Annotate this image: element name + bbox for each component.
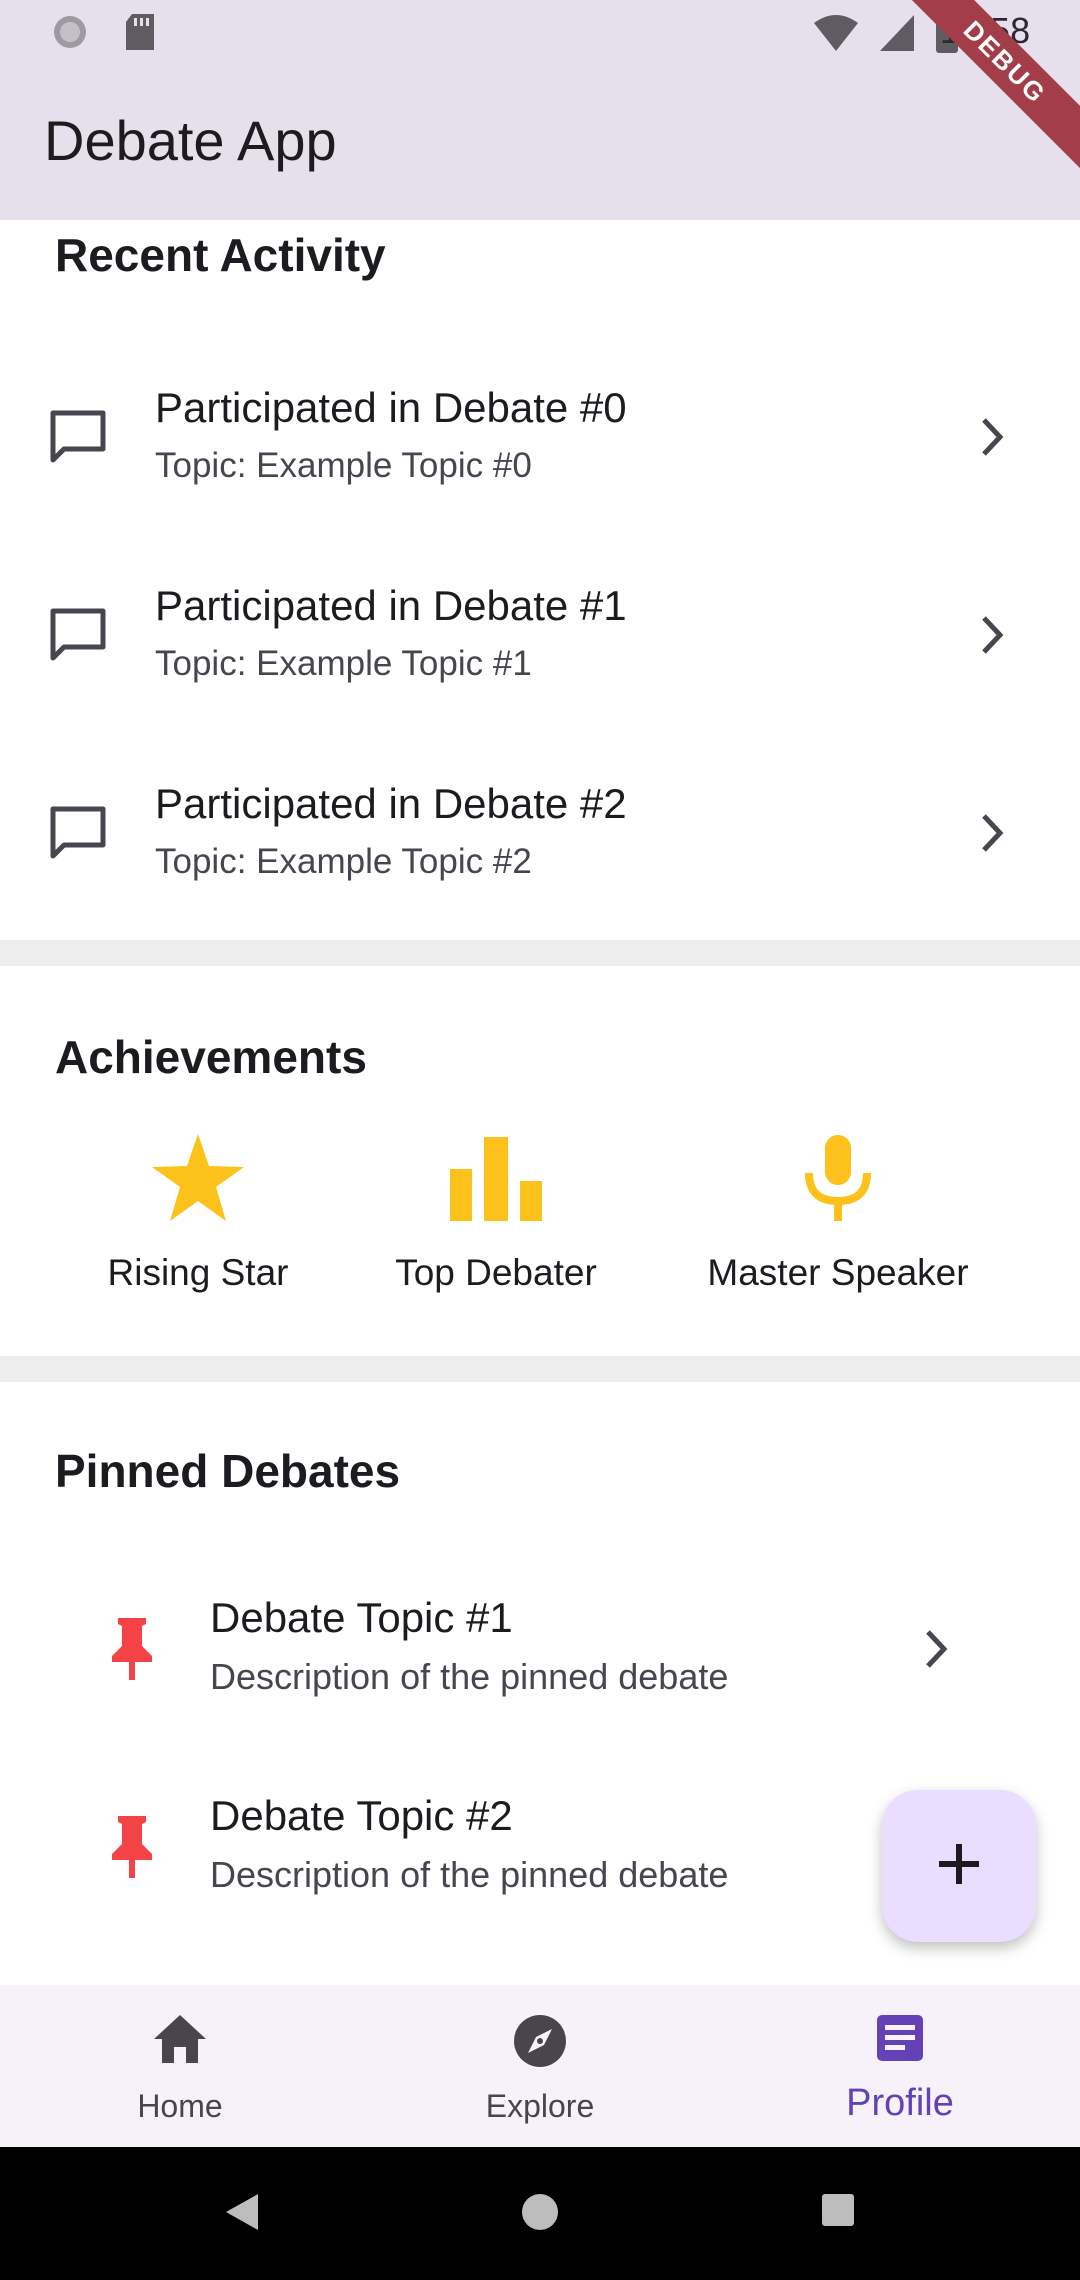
section-divider: [0, 940, 1080, 966]
activity-subtitle: Topic: Example Topic #0: [155, 446, 532, 485]
add-icon: [937, 1842, 981, 1891]
article-icon: [875, 2013, 925, 2068]
nav-item-home[interactable]: Home: [0, 1985, 360, 2147]
chevron-right-icon: [978, 614, 1006, 661]
explore-icon: [512, 2013, 568, 2074]
chat-bubble-icon: [48, 804, 108, 867]
chevron-right-icon: [978, 416, 1006, 463]
system-navigation-bar: [0, 2147, 1080, 2280]
activity-title: Participated in Debate #1: [155, 582, 627, 629]
activity-title: Participated in Debate #0: [155, 384, 627, 431]
profile-content[interactable]: Recent Activity Participated in Debate #…: [0, 220, 1080, 1985]
achievement-master-speaker: Master Speaker: [688, 1130, 988, 1294]
achievement-label: Top Debater: [395, 1252, 597, 1293]
home-button-icon[interactable]: [520, 2192, 560, 2237]
recents-icon[interactable]: [820, 2192, 856, 2233]
bottom-navigation: Home Explore Profile: [0, 1985, 1080, 2147]
chat-bubble-icon: [48, 408, 108, 471]
sync-icon: [50, 12, 90, 57]
nav-label: Explore: [485, 2088, 595, 2124]
status-bar: 10:58: [0, 0, 1080, 64]
home-icon: [152, 2013, 208, 2070]
activity-subtitle: Topic: Example Topic #2: [155, 842, 532, 881]
pinned-debate-title: Debate Topic #1: [210, 1594, 513, 1641]
sd-card-icon: [122, 12, 158, 57]
chat-bubble-icon: [48, 606, 108, 669]
pinned-debate-title: Debate Topic #2: [210, 1792, 513, 1839]
nav-item-explore[interactable]: Explore: [360, 1985, 720, 2147]
activity-item[interactable]: Participated in Debate #0 Topic: Example…: [0, 346, 1080, 544]
pinned-debate-item[interactable]: Debate Topic #1 Description of the pinne…: [0, 1558, 1080, 1756]
activity-item[interactable]: Participated in Debate #2 Topic: Example…: [0, 742, 1080, 940]
achievement-label: Master Speaker: [707, 1252, 969, 1293]
section-divider: [0, 1356, 1080, 1382]
page-title: Debate App: [44, 109, 337, 172]
chevron-right-icon: [922, 1628, 950, 1675]
pin-icon: [108, 1814, 156, 1885]
back-icon[interactable]: [224, 2192, 260, 2237]
pin-icon: [108, 1616, 156, 1687]
nav-label: Profile: [846, 2082, 954, 2124]
activity-title: Participated in Debate #2: [155, 780, 627, 827]
achievement-rising-star: Rising Star: [48, 1130, 348, 1294]
wifi-icon: [812, 13, 860, 58]
recent-activity-title: Recent Activity: [55, 229, 386, 281]
bar-chart-icon: [448, 1135, 544, 1226]
mic-icon: [803, 1133, 873, 1228]
activity-item[interactable]: Participated in Debate #1 Topic: Example…: [0, 544, 1080, 742]
signal-icon: [878, 13, 916, 58]
nav-label: Home: [137, 2088, 223, 2124]
app-bar: Debate App: [0, 64, 1080, 220]
pinned-debate-subtitle: Description of the pinned debate: [210, 1656, 729, 1697]
achievements-title: Achievements: [55, 1031, 367, 1083]
achievement-top-debater: Top Debater: [346, 1130, 646, 1294]
add-debate-fab[interactable]: [882, 1790, 1036, 1942]
nav-item-profile[interactable]: Profile: [720, 1985, 1080, 2147]
star-icon: [150, 1132, 246, 1229]
activity-subtitle: Topic: Example Topic #1: [155, 644, 532, 683]
achievement-label: Rising Star: [107, 1252, 289, 1293]
chevron-right-icon: [978, 812, 1006, 859]
pinned-debate-subtitle: Description of the pinned debate: [210, 1854, 729, 1895]
pinned-debates-title: Pinned Debates: [55, 1445, 401, 1497]
